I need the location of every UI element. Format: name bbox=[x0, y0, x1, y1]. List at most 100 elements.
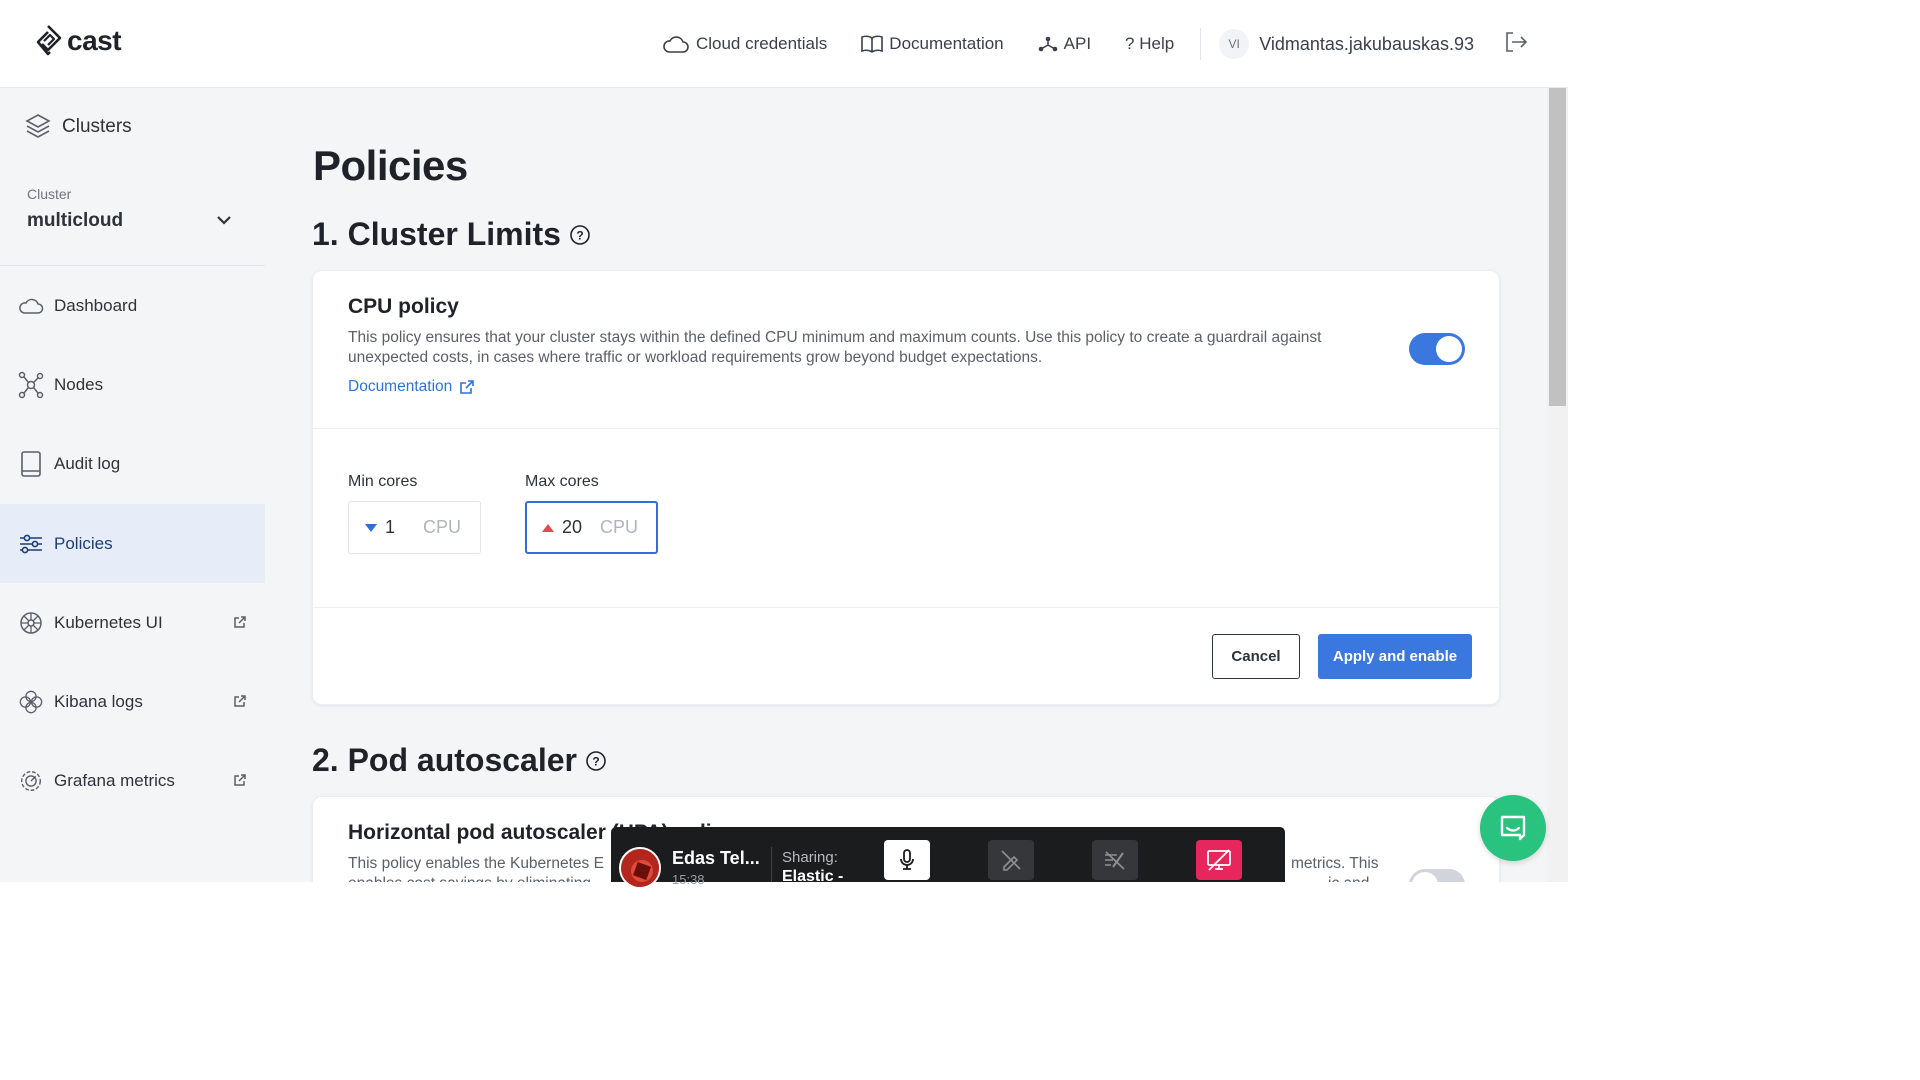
cluster-selector-value[interactable]: multicloud bbox=[27, 210, 123, 232]
main-content: Policies 1. Cluster Limits ? CPU policy … bbox=[265, 88, 1547, 882]
cloud-icon bbox=[19, 298, 44, 314]
sharing-target: Elastic - bbox=[782, 868, 844, 885]
top-header: cast Cloud credentials Documentation API… bbox=[0, 0, 1568, 88]
sidebar-item-kubernetes-ui[interactable]: Kubernetes UI bbox=[0, 583, 265, 662]
card-divider bbox=[313, 607, 1499, 608]
sidebar-item-kibana-logs[interactable]: Kibana logs bbox=[0, 662, 265, 741]
sidebar-item-policies[interactable]: Policies bbox=[0, 504, 265, 583]
card-title: CPU policy bbox=[348, 295, 459, 318]
cpu-policy-card: CPU policy This policy ensures that your… bbox=[312, 270, 1500, 705]
sidebar-header: Clusters Cluster multicloud bbox=[0, 88, 265, 266]
svg-text:?: ? bbox=[592, 754, 599, 768]
helm-icon bbox=[20, 611, 42, 634]
clusters-label: Clusters bbox=[62, 116, 132, 137]
cast-logo-icon bbox=[36, 25, 62, 56]
presenter-name: Edas Tel... bbox=[672, 848, 760, 868]
card-description: This policy ensures that your cluster st… bbox=[348, 329, 1322, 366]
presenter-avatar bbox=[619, 847, 661, 889]
sidebar-item-label: Audit log bbox=[54, 453, 121, 473]
gear-swirl-icon bbox=[21, 770, 41, 791]
sidebar-item-label: Grafana metrics bbox=[54, 770, 175, 790]
cloud-credentials-label: Cloud credentials bbox=[695, 34, 828, 53]
microphone-button[interactable] bbox=[884, 840, 930, 880]
cluster-caption: Cluster bbox=[27, 186, 72, 202]
sidebar-item-grafana-metrics[interactable]: Grafana metrics bbox=[0, 741, 265, 820]
logo-text: cast bbox=[67, 25, 122, 56]
annotate-button[interactable] bbox=[1092, 840, 1138, 880]
mute-remote-button[interactable] bbox=[988, 840, 1034, 880]
cancel-button[interactable]: Cancel bbox=[1212, 634, 1300, 679]
api-label: API bbox=[1063, 34, 1092, 53]
arrow-up-icon bbox=[542, 523, 554, 532]
book-open-icon bbox=[861, 35, 884, 53]
sliders-icon bbox=[20, 534, 42, 553]
sidebar-item-label: Policies bbox=[54, 533, 113, 553]
microphone-icon bbox=[900, 849, 914, 870]
draw-off-icon bbox=[1105, 851, 1125, 870]
sharing-label: Sharing: bbox=[782, 849, 838, 866]
screen-share-bar: Edas Tel... 15:38 Sharing: Elastic - bbox=[611, 827, 1285, 889]
scrollbar-thumb[interactable] bbox=[1549, 88, 1566, 406]
arrow-down-icon bbox=[365, 523, 377, 532]
stop-sharing-button[interactable] bbox=[1196, 840, 1242, 880]
card-divider bbox=[313, 428, 1499, 429]
sidebar-item-label: Kubernetes UI bbox=[54, 612, 163, 632]
section-title-text: 1. Cluster Limits bbox=[312, 216, 561, 252]
min-cores-value: 1 bbox=[385, 517, 396, 537]
chat-icon bbox=[1500, 815, 1526, 841]
cluster-selector-toggle[interactable] bbox=[215, 213, 233, 231]
cast-logo[interactable]: cast bbox=[33, 24, 122, 58]
toggle-knob bbox=[1412, 872, 1438, 882]
cpu-policy-toggle[interactable] bbox=[1409, 333, 1465, 365]
hpa-policy-toggle[interactable] bbox=[1409, 869, 1465, 882]
chat-launcher-button[interactable] bbox=[1480, 795, 1546, 861]
min-cores-label: Min cores bbox=[348, 473, 418, 490]
top-nav: Cloud credentials Documentation API ? He… bbox=[628, 0, 1528, 88]
sidebar: Clusters Cluster multicloud Dashboard No… bbox=[0, 88, 265, 882]
max-cores-label: Max cores bbox=[525, 473, 599, 490]
section-title-pod-autoscaler: 2. Pod autoscaler ? bbox=[312, 742, 607, 779]
help-label: ? Help bbox=[1125, 34, 1175, 53]
user-name: Vidmantas.jakubauskas.93 bbox=[1259, 33, 1474, 54]
sidebar-item-label: Dashboard bbox=[54, 295, 138, 315]
external-link-icon bbox=[460, 380, 475, 394]
section-title-text: 2. Pod autoscaler bbox=[312, 742, 577, 778]
book-icon bbox=[21, 450, 41, 477]
api-icon bbox=[1038, 36, 1057, 52]
cloud-credentials-link[interactable]: Cloud credentials bbox=[662, 34, 827, 54]
pen-off-icon bbox=[1001, 850, 1021, 871]
chevron-down-icon bbox=[217, 216, 231, 225]
share-divider bbox=[771, 847, 772, 882]
toggle-knob bbox=[1436, 336, 1462, 362]
sidebar-item-nodes[interactable]: Nodes bbox=[0, 345, 265, 424]
max-cores-value: 20 bbox=[562, 517, 583, 537]
documentation-link-label: Documentation bbox=[348, 378, 453, 395]
help-circle-icon[interactable]: ? bbox=[585, 750, 607, 772]
sidebar-item-audit-log[interactable]: Audit log bbox=[0, 424, 265, 503]
sidebar-item-label: Nodes bbox=[54, 374, 104, 394]
nodes-icon bbox=[18, 371, 44, 398]
cloud-icon bbox=[663, 36, 689, 53]
help-link[interactable]: ? Help bbox=[1125, 34, 1174, 54]
sidebar-item-dashboard[interactable]: Dashboard bbox=[0, 266, 265, 345]
documentation-link[interactable]: Documentation bbox=[348, 378, 475, 396]
flower-icon bbox=[19, 690, 43, 713]
help-circle-icon[interactable]: ? bbox=[569, 224, 591, 246]
max-cores-input[interactable]: 20 CPU bbox=[525, 501, 658, 554]
api-link[interactable]: API bbox=[1038, 34, 1091, 54]
apply-and-enable-button[interactable]: Apply and enable bbox=[1318, 634, 1472, 679]
section-title-cluster-limits: 1. Cluster Limits ? bbox=[312, 216, 591, 253]
external-link-icon bbox=[233, 772, 247, 792]
user-menu[interactable]: VI Vidmantas.jakubauskas.93 bbox=[1219, 29, 1474, 59]
documentation-link[interactable]: Documentation bbox=[861, 34, 1004, 54]
documentation-label: Documentation bbox=[889, 34, 1004, 53]
external-link-icon bbox=[233, 614, 247, 634]
min-cores-unit: CPU bbox=[423, 517, 462, 537]
logout-icon bbox=[1506, 31, 1528, 52]
svg-text:?: ? bbox=[576, 228, 583, 242]
min-cores-input[interactable]: 1 CPU bbox=[348, 501, 481, 554]
logout-button[interactable] bbox=[1504, 31, 1528, 58]
page-scrollbar[interactable] bbox=[1547, 88, 1568, 882]
clusters-link[interactable]: Clusters bbox=[24, 112, 132, 142]
avatar: VI bbox=[1219, 29, 1250, 59]
